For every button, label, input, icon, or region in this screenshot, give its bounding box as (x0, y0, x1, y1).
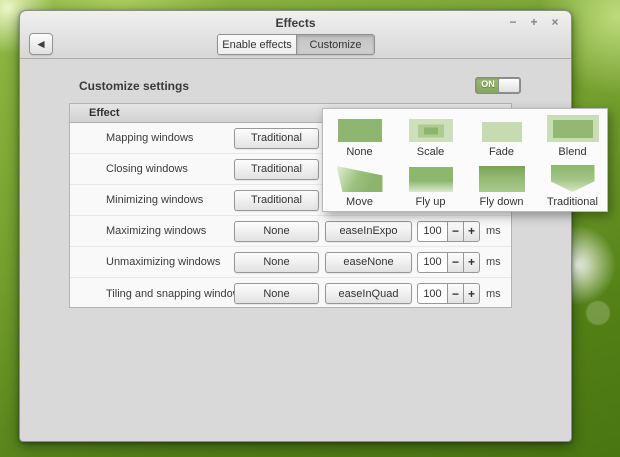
section-title: Customize settings (79, 79, 189, 93)
back-button[interactable]: ◄ (29, 33, 53, 55)
duration-input[interactable] (417, 283, 448, 304)
duration-spinner: − + (417, 221, 480, 242)
tab-customize[interactable]: Customize (296, 35, 374, 54)
toggle-on-label: ON (476, 79, 500, 89)
effect-option-move[interactable]: Move (324, 162, 395, 208)
effect-option-label: Fade (489, 146, 514, 158)
effect-option-label: None (346, 146, 372, 158)
effect-option-fly-down[interactable]: Fly down (466, 162, 537, 208)
row-label: Mapping windows (106, 132, 193, 144)
effect-option-scale[interactable]: Scale (395, 112, 466, 158)
easing-select-button[interactable]: easeInExpo (325, 221, 412, 242)
row-label: Tiling and snapping windows (106, 288, 246, 300)
row-label: Closing windows (106, 163, 188, 175)
effect-traditional-icon (551, 165, 595, 192)
effect-select-button[interactable]: None (234, 252, 319, 273)
effect-option-label: Fly down (479, 196, 523, 208)
effect-option-label: Blend (558, 146, 586, 158)
headerbar: Effects − + × ◄ Enable effects Customize (20, 11, 571, 59)
effect-fly-up-icon (409, 167, 453, 192)
tab-group: Enable effects Customize (217, 34, 375, 55)
duration-input[interactable] (417, 221, 448, 242)
effect-select-button[interactable]: None (234, 283, 319, 304)
spinner-plus-button[interactable]: + (464, 221, 480, 242)
effect-option-fly-up[interactable]: Fly up (395, 162, 466, 208)
spinner-minus-button[interactable]: − (448, 283, 464, 304)
effect-select-button[interactable]: Traditional (234, 128, 319, 149)
effect-blend-icon (547, 115, 599, 142)
customize-settings-row: Customize settings ON (79, 77, 521, 94)
effect-option-blend[interactable]: Blend (537, 112, 608, 158)
easing-select-button[interactable]: easeNone (325, 252, 412, 273)
spinner-minus-button[interactable]: − (448, 252, 464, 273)
effect-fade-icon (482, 122, 522, 142)
spinner-plus-button[interactable]: + (464, 252, 480, 273)
row-label: Minimizing windows (106, 194, 203, 206)
effect-select-button[interactable]: None (234, 221, 319, 242)
spinner-minus-button[interactable]: − (448, 221, 464, 242)
effects-on-toggle[interactable]: ON (475, 77, 521, 94)
effect-picker-popup: None Scale Fade Blend Move Fly up Fly do… (322, 108, 608, 212)
effect-option-label: Scale (417, 146, 445, 158)
back-arrow-icon: ◄ (35, 37, 47, 51)
effect-fly-down-icon (479, 166, 525, 192)
table-row: Unmaximizing windows None easeNone − + m… (70, 247, 511, 278)
duration-input[interactable] (417, 252, 448, 273)
table-row: Maximizing windows None easeInExpo − + m… (70, 216, 511, 247)
tab-enable-effects[interactable]: Enable effects (218, 35, 296, 54)
close-icon[interactable]: × (549, 15, 561, 29)
effect-select-button[interactable]: Traditional (234, 190, 319, 211)
effect-option-label: Move (346, 196, 373, 208)
effects-window: Effects − + × ◄ Enable effects Customize… (19, 10, 572, 442)
duration-spinner: − + (417, 252, 480, 273)
minimize-icon[interactable]: − (507, 15, 519, 29)
effect-move-icon (337, 166, 383, 192)
window-title: Effects (20, 16, 571, 30)
unit-label: ms (486, 288, 501, 300)
effect-option-none[interactable]: None (324, 112, 395, 158)
row-label: Maximizing windows (106, 225, 206, 237)
easing-select-button[interactable]: easeInQuad (325, 283, 412, 304)
effect-option-fade[interactable]: Fade (466, 112, 537, 158)
spinner-plus-button[interactable]: + (464, 283, 480, 304)
window-controls: − + × (507, 15, 561, 29)
effect-option-label: Traditional (547, 196, 598, 208)
toggle-knob[interactable] (498, 78, 520, 93)
row-label: Unmaximizing windows (106, 256, 220, 268)
unit-label: ms (486, 225, 501, 237)
effect-scale-icon (409, 119, 453, 142)
desktop-background: Effects − + × ◄ Enable effects Customize… (0, 0, 620, 457)
table-row: Tiling and snapping windows None easeInQ… (70, 278, 511, 309)
effect-select-button[interactable]: Traditional (234, 159, 319, 180)
effect-option-traditional[interactable]: Traditional (537, 162, 608, 208)
duration-spinner: − + (417, 283, 480, 304)
unit-label: ms (486, 256, 501, 268)
effect-none-icon (338, 119, 382, 142)
maximize-icon[interactable]: + (528, 15, 540, 29)
effect-option-label: Fly up (416, 196, 446, 208)
